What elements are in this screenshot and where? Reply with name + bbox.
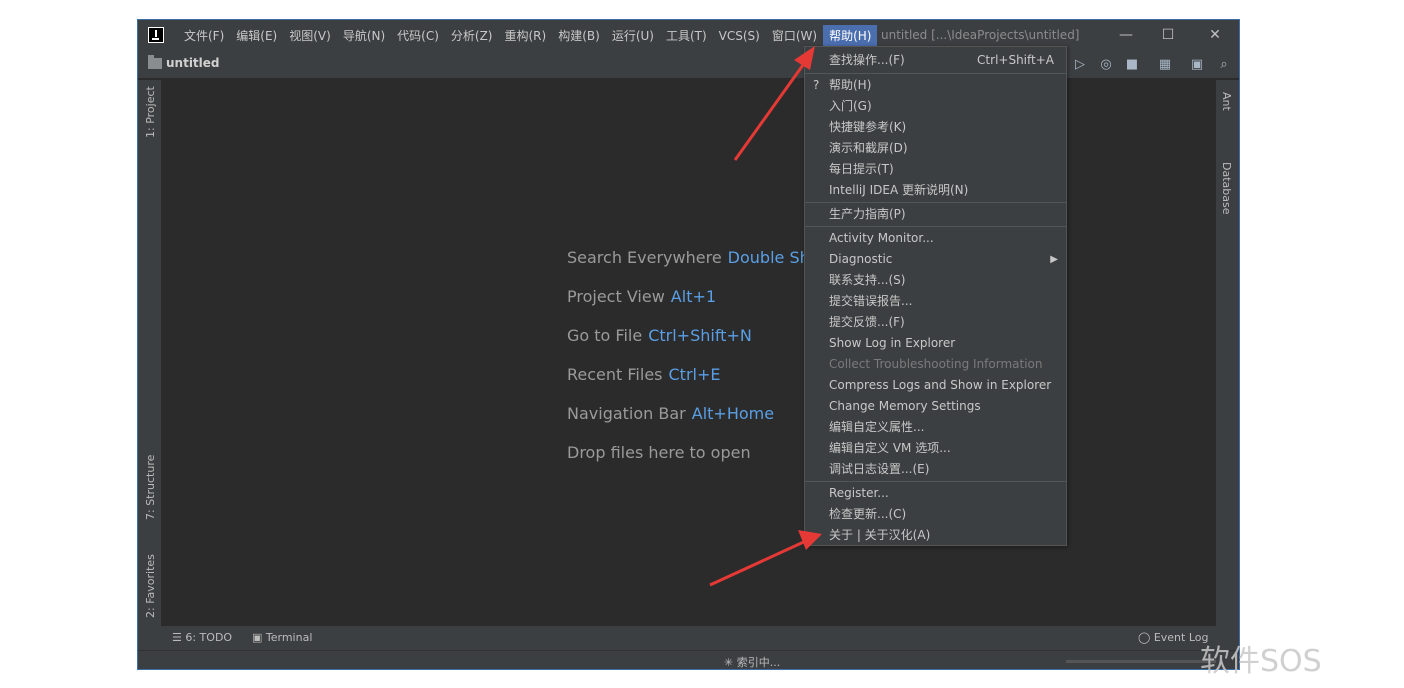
indexing-status: ✳ 索引中... <box>724 656 781 669</box>
tab-todo[interactable]: ☰ 6: TODO <box>172 631 232 644</box>
menu-edit[interactable]: 编辑(E) <box>230 25 283 47</box>
tab-terminal[interactable]: ▣ Terminal <box>252 631 312 644</box>
menu-separator <box>805 73 1066 74</box>
menu-build[interactable]: 构建(B) <box>552 25 606 47</box>
menu-compress-logs[interactable]: Compress Logs and Show in Explorer <box>805 375 1066 396</box>
indexing-progress <box>1066 660 1216 663</box>
stop-icon[interactable]: ■ <box>1123 56 1141 74</box>
window-title: untitled [...\IdeaProjects\untitled] <box>881 28 1080 42</box>
todo-icon: ☰ <box>172 631 186 644</box>
close-button[interactable]: ✕ <box>1192 20 1238 51</box>
hint-project-view: Project View Alt+1 <box>567 287 717 306</box>
terminal-icon[interactable]: ▣ <box>1188 56 1206 74</box>
menu-register[interactable]: Register... <box>805 483 1066 504</box>
menu-tools[interactable]: 工具(T) <box>660 25 713 47</box>
maximize-button[interactable]: ☐ <box>1145 20 1191 51</box>
project-folder-icon <box>148 55 162 69</box>
intellij-logo-icon <box>148 27 164 43</box>
menu-find-action[interactable]: 查找操作...(F) Ctrl+Shift+A <box>805 50 1066 71</box>
hint-search-everywhere: Search Everywhere Double Shi <box>567 248 815 267</box>
menu-change-memory[interactable]: Change Memory Settings <box>805 396 1066 417</box>
event-log-icon: ◯ <box>1138 631 1154 644</box>
hint-navigation-bar: Navigation Bar Alt+Home <box>567 404 775 423</box>
bottom-tool-tabs: ☰ 6: TODO ▣ Terminal ◯ Event Log <box>138 626 1239 650</box>
menu-edit-custom-properties[interactable]: 编辑自定义属性... <box>805 417 1066 438</box>
menu-collect-troubleshooting: Collect Troubleshooting Information <box>829 357 1043 371</box>
menu-demos[interactable]: 演示和截屏(D) <box>805 138 1066 159</box>
status-bar: ✳ 索引中... <box>138 650 1239 669</box>
menu-whats-new[interactable]: IntelliJ IDEA 更新说明(N) <box>805 180 1066 201</box>
menu-separator <box>805 202 1066 203</box>
menu-tip-of-day[interactable]: 每日提示(T) <box>805 159 1066 180</box>
hint-go-to-file: Go to File Ctrl+Shift+N <box>567 326 752 345</box>
menu-show-log[interactable]: Show Log in Explorer <box>805 333 1066 354</box>
menu-analyze[interactable]: 分析(Z) <box>445 25 499 47</box>
menu-view[interactable]: 视图(V) <box>283 25 337 47</box>
menu-productivity-guide[interactable]: 生产力指南(P) <box>805 204 1066 225</box>
menu-activity-monitor[interactable]: Activity Monitor... <box>805 228 1066 249</box>
tab-database[interactable]: Database <box>1220 162 1233 215</box>
navigation-bar: untitled ▷ ◎ ■ ▦ ▣ ⌕ <box>138 51 1239 79</box>
spinner-icon: ✳ <box>724 656 737 669</box>
menu-window[interactable]: 窗口(W) <box>766 25 823 47</box>
tab-event-log[interactable]: ◯ Event Log <box>1138 631 1208 644</box>
watermark-logo: 软件SOS <box>1200 644 1322 679</box>
tab-structure[interactable]: 7: Structure <box>144 455 157 520</box>
menu-keymap-reference[interactable]: 快捷键参考(K) <box>805 117 1066 138</box>
menu-vcs[interactable]: VCS(S) <box>713 25 766 47</box>
menu-edit-custom-vm-options[interactable]: 编辑自定义 VM 选项... <box>805 438 1066 459</box>
hint-drop-files: Drop files here to open <box>567 443 751 462</box>
project-structure-icon[interactable]: ▦ <box>1156 56 1174 74</box>
menu-bar: 文件(F) 编辑(E) 视图(V) 导航(N) 代码(C) 分析(Z) 重构(R… <box>178 25 878 47</box>
tab-ant[interactable]: Ant <box>1220 92 1233 111</box>
breadcrumb-project[interactable]: untitled <box>166 56 220 70</box>
menu-check-updates[interactable]: 检查更新...(C) <box>805 504 1066 525</box>
debug-icon[interactable]: ▷ <box>1071 56 1089 74</box>
right-tool-strip: Ant Database <box>1216 80 1239 626</box>
menu-submit-bug-report[interactable]: 提交错误报告... <box>805 291 1066 312</box>
menu-run[interactable]: 运行(U) <box>606 25 660 47</box>
submenu-arrow-icon: ▶ <box>1050 254 1058 265</box>
menu-separator <box>805 481 1066 482</box>
menu-about[interactable]: 关于 | 关于汉化(A) <box>805 525 1066 546</box>
menu-file[interactable]: 文件(F) <box>178 25 230 47</box>
menu-debug-log-settings[interactable]: 调试日志设置...(E) <box>805 459 1066 480</box>
menu-separator <box>805 226 1066 227</box>
menu-navigate[interactable]: 导航(N) <box>337 25 391 47</box>
menu-code[interactable]: 代码(C) <box>391 25 445 47</box>
menu-contact-support[interactable]: 联系支持...(S) <box>805 270 1066 291</box>
menu-refactor[interactable]: 重构(R) <box>499 25 553 47</box>
ide-window: 文件(F) 编辑(E) 视图(V) 导航(N) 代码(C) 分析(Z) 重构(R… <box>137 19 1240 670</box>
tab-project[interactable]: 1: Project <box>144 86 157 138</box>
search-icon[interactable]: ⌕ <box>1215 56 1233 74</box>
menu-submit-feedback[interactable]: 提交反馈...(F) <box>805 312 1066 333</box>
menu-diagnostic[interactable]: Diagnostic ▶ <box>805 249 1066 270</box>
menu-help[interactable]: 帮助(H) <box>823 25 878 47</box>
terminal-tab-icon: ▣ <box>252 631 266 644</box>
help-menu-dropdown: 查找操作...(F) Ctrl+Shift+A ? 帮助(H) 入门(G) 快捷键参… <box>804 46 1067 546</box>
menu-getting-started[interactable]: 入门(G) <box>805 96 1066 117</box>
menu-help-item[interactable]: ? 帮助(H) <box>805 75 1066 96</box>
run-coverage-icon[interactable]: ◎ <box>1097 56 1115 74</box>
tab-favorites[interactable]: 2: Favorites <box>144 554 157 618</box>
question-icon: ? <box>813 78 820 92</box>
left-tool-strip: 1: Project 7: Structure 2: Favorites <box>138 80 161 626</box>
minimize-button[interactable]: — <box>1103 20 1149 51</box>
hint-recent-files: Recent Files Ctrl+E <box>567 365 721 384</box>
title-bar: 文件(F) 编辑(E) 视图(V) 导航(N) 代码(C) 分析(Z) 重构(R… <box>138 20 1239 51</box>
